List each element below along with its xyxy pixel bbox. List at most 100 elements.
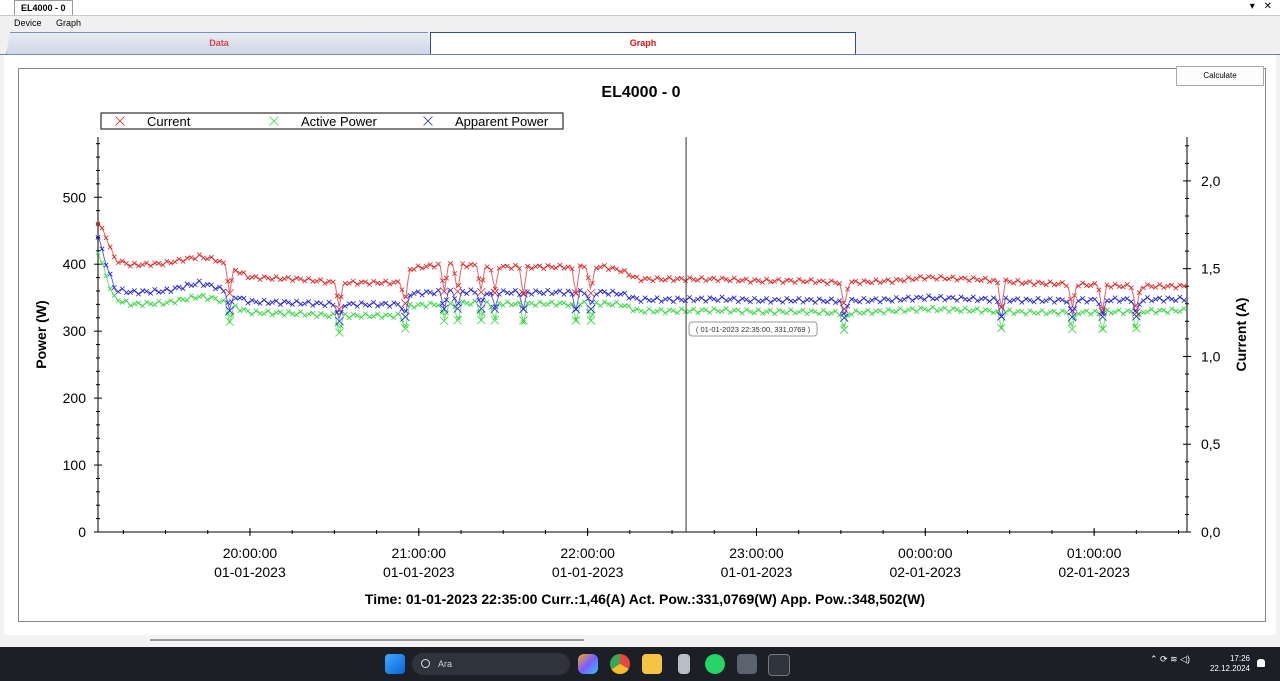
series-point-active-power	[614, 299, 620, 305]
series-point-apparent-power	[885, 297, 891, 303]
series-point-current	[1039, 280, 1045, 286]
series-point-apparent-power	[367, 302, 372, 308]
series-point-active-power	[387, 312, 393, 318]
series-point-active-power	[1140, 309, 1146, 315]
chrome-icon[interactable]	[610, 654, 630, 674]
series-point-apparent-power	[1104, 298, 1110, 304]
series-point-apparent-power	[687, 294, 693, 300]
series-point-apparent-power	[1112, 295, 1118, 301]
series-point-current	[468, 261, 474, 267]
series-point-apparent-power	[136, 291, 142, 297]
series-point-current	[415, 263, 421, 269]
series-point-active-power	[966, 308, 972, 314]
series-point-active-power	[1015, 308, 1021, 314]
series-point-apparent-power	[1043, 298, 1049, 304]
series-point-current	[788, 277, 794, 283]
series-point-current	[1157, 281, 1163, 287]
series-point-current	[626, 272, 632, 278]
series-point-current	[1051, 282, 1057, 288]
series-point-active-power	[156, 298, 162, 304]
series-point-apparent-power	[946, 295, 952, 301]
series-point-active-power	[893, 309, 899, 315]
series-point-apparent-power	[670, 299, 676, 305]
series-point-apparent-power	[982, 295, 988, 301]
calculator-icon[interactable]	[737, 654, 757, 674]
y-axis-label: Power (W)	[33, 300, 49, 368]
calculate-button[interactable]: Calculate	[1176, 66, 1264, 86]
series-point-apparent-power	[662, 296, 668, 302]
series-point-active-power	[796, 309, 802, 315]
series-point-apparent-power	[435, 287, 441, 293]
series-point-apparent-power	[204, 281, 210, 287]
series-point-apparent-power	[861, 295, 867, 301]
taskbar-clock[interactable]: 17:26 22.12.2024	[1202, 654, 1250, 674]
file-explorer-icon[interactable]	[642, 654, 662, 674]
series-point-apparent-power	[383, 300, 389, 306]
notification-bell-icon[interactable]	[1257, 659, 1265, 667]
horizontal-scrollbar[interactable]	[4, 636, 1276, 646]
power-chart[interactable]: EL4000 - 0 0 100 200 300 400 500 0,0 0,5 1,0 1,5 2,…	[0, 0, 1280, 681]
series-point-apparent-power	[776, 297, 782, 303]
series-point-active-power	[1161, 307, 1167, 313]
series-point-apparent-power	[294, 298, 300, 304]
series-point-current	[379, 281, 385, 287]
series-point-active-power	[1055, 311, 1061, 317]
series-point-active-power	[294, 312, 300, 318]
series-point-apparent-power	[614, 291, 620, 297]
series-point-apparent-power	[703, 298, 709, 304]
series-point-current	[180, 258, 186, 264]
series-point-apparent-power	[837, 298, 843, 304]
v-app-icon[interactable]	[768, 654, 790, 676]
series-point-current	[930, 274, 936, 280]
series-point-apparent-power	[914, 294, 920, 300]
series-point-apparent-power	[966, 297, 972, 303]
series-point-apparent-power	[1039, 299, 1045, 305]
series-point-active-power	[670, 308, 676, 314]
series-point-active-power	[739, 310, 745, 316]
legend-label-apparent-power: Apparent Power	[455, 114, 549, 129]
copilot-icon[interactable]	[578, 654, 598, 674]
series-point-current	[739, 277, 745, 283]
series-point-current	[731, 275, 737, 281]
series-point-active-power	[731, 307, 737, 313]
x-tick-date: 01-01-2023	[552, 564, 624, 580]
series-point-apparent-power	[330, 302, 336, 308]
series-point-active-power	[914, 309, 920, 315]
series-point-apparent-power	[314, 300, 320, 306]
series-point-current	[946, 276, 952, 282]
series-point-active-power	[152, 302, 158, 308]
series-point-current	[565, 264, 571, 270]
taskbar-search[interactable]: Ara	[412, 653, 570, 675]
series-point-apparent-power	[581, 291, 587, 297]
device-app-icon[interactable]	[678, 654, 690, 674]
series-point-current	[131, 260, 137, 266]
series-point-current	[342, 280, 348, 286]
scrollbar-thumb[interactable]	[150, 639, 584, 641]
series-point-current	[557, 262, 563, 268]
windows-start-icon[interactable]	[385, 654, 405, 674]
y-tick-label: 200	[63, 390, 87, 406]
series-point-apparent-power	[553, 289, 559, 295]
series-point-active-power	[184, 297, 190, 303]
series-point-current	[893, 276, 899, 282]
series-point-apparent-power	[804, 297, 810, 303]
series-point-apparent-power	[460, 288, 466, 294]
series-point-active-power	[306, 311, 312, 317]
series-point-active-power	[897, 306, 903, 312]
series-point-apparent-power	[188, 283, 194, 289]
series-point-active-power	[261, 311, 267, 317]
series-point-apparent-power	[504, 290, 510, 296]
y-tick-label: 400	[63, 256, 87, 272]
series-point-apparent-power	[646, 297, 652, 303]
search-icon	[421, 659, 430, 668]
series-point-apparent-power	[828, 296, 834, 302]
system-tray[interactable]: ⌃ ⟳ ≋ ◁)	[1150, 654, 1190, 665]
cursor-tooltip: ( 01-01-2023 22:35:00, 331,0769 )	[696, 325, 811, 334]
whatsapp-icon[interactable]	[705, 654, 725, 674]
series-line-current	[97, 223, 1187, 310]
series-point-active-power	[196, 294, 202, 300]
y2-tick-label: 1,0	[1201, 348, 1221, 364]
series-point-active-power	[650, 309, 656, 315]
series-point-current	[662, 277, 668, 283]
series-point-current	[200, 255, 206, 261]
